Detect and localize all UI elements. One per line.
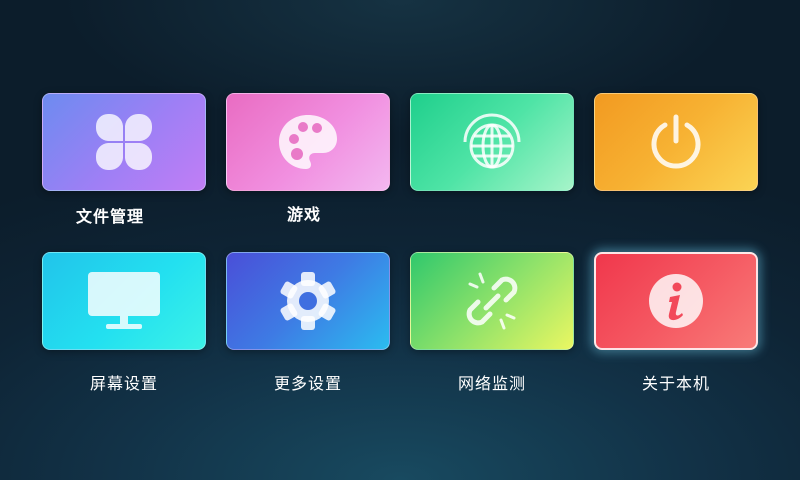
tile-label-screen-settings: 屏幕设置 — [89, 374, 158, 393]
power-icon — [647, 113, 705, 171]
background-glow — [0, 0, 800, 480]
tile-file-manager[interactable] — [42, 93, 206, 191]
tile-more-settings[interactable] — [226, 252, 390, 350]
tile-power[interactable] — [594, 93, 758, 191]
tile-network[interactable] — [410, 93, 574, 191]
tile-screen-settings[interactable] — [42, 252, 206, 350]
tile-label-network-monitor: 网络监测 — [457, 374, 526, 393]
tile-label-games: 游戏 — [286, 205, 321, 224]
info-icon — [647, 272, 705, 330]
globe-icon — [459, 112, 525, 172]
tile-label-more-settings: 更多设置 — [273, 374, 342, 393]
clover-icon — [94, 112, 154, 172]
tile-label-about-device: 关于本机 — [641, 374, 710, 393]
tile-network-monitor[interactable] — [410, 252, 574, 350]
palette-icon — [277, 113, 339, 171]
broken-link-icon — [462, 270, 522, 332]
gear-icon — [277, 270, 339, 332]
tile-about-device[interactable] — [594, 252, 758, 350]
monitor-icon — [86, 270, 162, 332]
tile-label-file-manager: 文件管理 — [75, 207, 144, 226]
tile-games[interactable] — [226, 93, 390, 191]
